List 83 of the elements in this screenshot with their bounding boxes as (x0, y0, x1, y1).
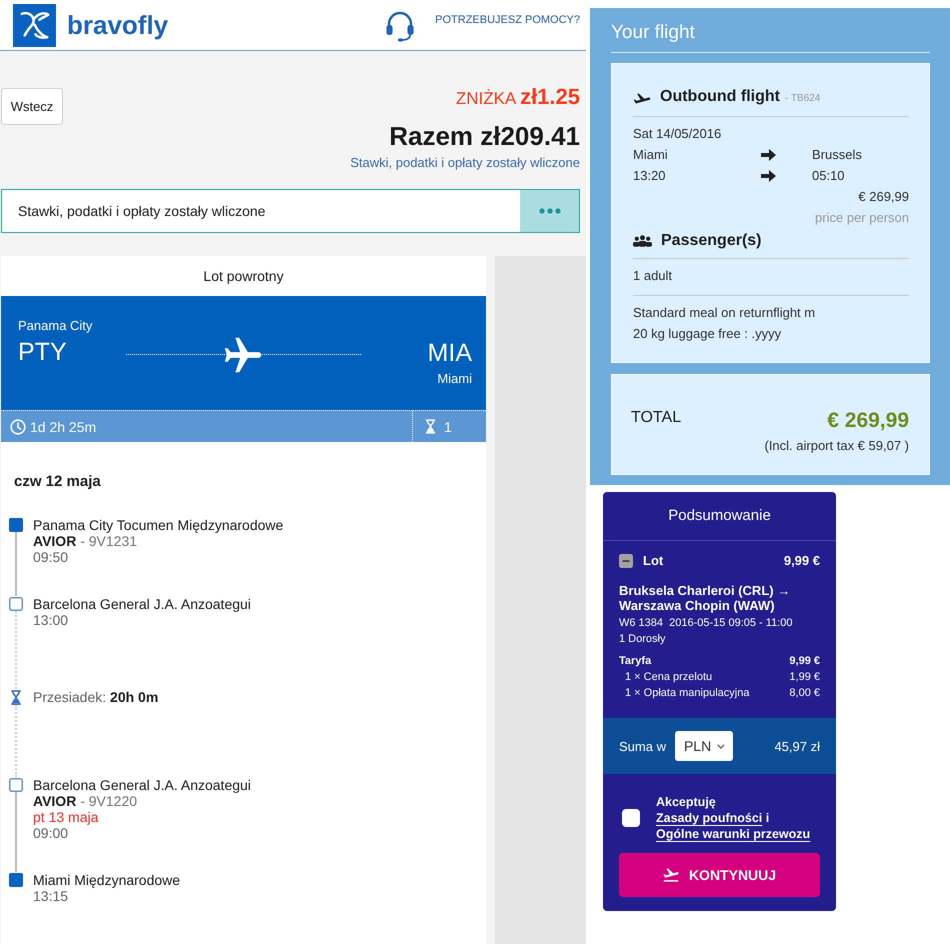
total-amount: € 269,99 (827, 408, 909, 434)
route-text: Bruksela Charleroi (CRL) → Warszawa Chopin (WAW) (619, 583, 792, 613)
takeoff-icon (662, 868, 679, 882)
timeline-connector (15, 532, 17, 596)
departure-time: 13:20 (633, 167, 667, 185)
destination-city: Miami (436, 371, 472, 387)
panel-title: Your flight (611, 22, 930, 53)
consent-text: Akceptuję Zasady poufności i Ogólne warunki przewozu (656, 794, 812, 842)
airport-name: Barcelona General J.A. Anzoategui (33, 777, 251, 793)
flight-code: - TB624 (784, 93, 820, 104)
timeline-marker-icon (9, 518, 23, 532)
hourglass-icon (10, 690, 22, 705)
tax-note: (Incl. airport tax € 59,07 ) (763, 437, 909, 455)
duration-text: 1d 2h 25m (30, 418, 96, 434)
day-label: czw 12 maja (14, 473, 102, 491)
timeline-marker-icon (9, 778, 23, 792)
origin-city: Panama City (18, 318, 94, 334)
arrival-time: 05:10 (812, 167, 846, 185)
next-day-date: pt 13 maja (33, 809, 100, 825)
origin-code: PTY (18, 337, 68, 368)
fare-info-text: Stawki, podatki i opłaty zostały wliczone (17, 202, 266, 221)
airport-name: Panama City Tocumen Międzynarodowe (33, 517, 284, 533)
timeline-marker-icon (9, 597, 23, 611)
stops-count: 1 (444, 418, 452, 434)
clock-icon (10, 418, 26, 434)
extra-service: 20 kg luggage free : .yyyy (633, 325, 782, 343)
right-arrow-icon (761, 148, 776, 160)
continue-button[interactable]: KONTYNUUJ (619, 853, 820, 897)
logo-text[interactable]: bravofly (67, 10, 168, 40)
fare-amount: 8,00 € (789, 686, 820, 701)
price-note: price per person (814, 209, 909, 227)
item-label: Lot (643, 553, 664, 569)
consent-checkbox[interactable] (622, 809, 640, 827)
time-text: 13:00 (33, 612, 70, 628)
flight-details: W6 1384 2016-05-15 09:05 - 11:00 (619, 616, 794, 631)
right-arrow-icon (761, 170, 776, 182)
section-heading: Passenger(s) (661, 232, 762, 249)
privacy-policy-link[interactable]: Zasady poufności (656, 811, 762, 825)
fare-amount: 9,99 € (789, 654, 820, 669)
total-price: Razem zł209.41 (388, 120, 580, 153)
terms-link[interactable]: Ogólne warunki przewozu (656, 827, 810, 841)
headset-icon[interactable] (385, 10, 416, 42)
destination-code: MIA (426, 338, 472, 369)
currency-select[interactable]: PLN (674, 731, 733, 761)
departure-city: Miami (633, 146, 669, 164)
arrival-city: Brussels (812, 146, 863, 164)
logo-icon[interactable] (13, 4, 56, 46)
people-icon (633, 235, 652, 247)
summary-title: Podsumowanie (603, 492, 836, 541)
flight-date: Sat 14/05/2016 (633, 125, 722, 143)
time-text: 09:00 (33, 825, 70, 841)
item-price: 9,99 € (784, 553, 820, 569)
fare-label: Taryfa (619, 654, 652, 669)
help-link[interactable]: POTRZEBUJESZ POMOCY? (435, 14, 580, 27)
card-title: Lot powrotny (202, 267, 285, 286)
plane-icon (633, 92, 651, 104)
sum-label: Suma w (619, 738, 666, 754)
layover-text: Przesiadek: 20h 0m (33, 689, 158, 705)
time-text: 09:50 (33, 549, 70, 565)
flight-number: AVIOR - 9V1231 (33, 533, 138, 549)
fare-label: 1 × Opłata manipulacyjna (624, 686, 750, 701)
chevron-down-icon (717, 744, 725, 748)
passenger-count: 1 Dorosły (619, 632, 666, 647)
back-button[interactable]: Wstecz (1, 88, 63, 125)
hourglass-icon (425, 419, 436, 434)
more-icon (538, 208, 560, 214)
discount-label: ZNIŻKA zł1.25 (454, 85, 580, 111)
minus-icon[interactable] (619, 554, 633, 568)
passenger-count: 1 adult (633, 265, 909, 296)
flight-price: € 269,99 (857, 188, 909, 206)
time-text: 13:15 (33, 888, 70, 904)
flight-number: AVIOR - 9V1220 (33, 793, 138, 809)
sum-amount: 45,97 zł (774, 738, 820, 754)
extra-service: Standard meal on returnflight m (633, 304, 816, 322)
timeline-connector (15, 705, 17, 777)
fare-amount: 1,99 € (789, 670, 820, 685)
fare-label: 1 × Cena przelotu (624, 670, 712, 685)
total-label: TOTAL (631, 408, 682, 428)
timeline-marker-icon (9, 873, 23, 887)
price-note: Stawki, podatki i opłaty zostały wliczone (350, 155, 580, 171)
airport-name: Barcelona General J.A. Anzoategui (33, 596, 251, 612)
airport-name: Miami Międzynarodowe (33, 872, 180, 888)
section-heading: Outbound flight (660, 88, 780, 105)
